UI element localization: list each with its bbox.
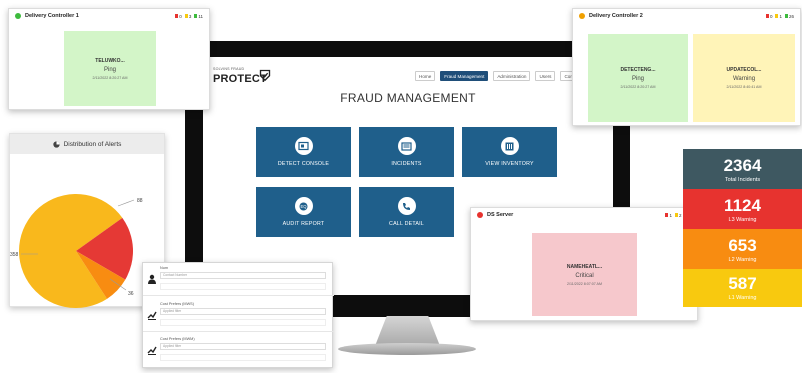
host-name: TELUWKO... [95, 57, 125, 64]
host-name: NAMEHEATL... [566, 263, 603, 270]
contact-number-field[interactable]: Contact Number [160, 272, 326, 279]
monitor-stand [375, 316, 440, 346]
panel-title: Distribution of Alerts [63, 140, 122, 148]
status-dot [579, 13, 585, 19]
host-status: Ping [631, 76, 644, 82]
pie-chart-icon [52, 140, 60, 148]
trend-chart-icon [147, 346, 157, 355]
status-dot [477, 212, 483, 218]
metric-value: 2364 [723, 155, 762, 175]
secondary-field[interactable] [160, 354, 326, 361]
ds-server-card[interactable]: DS Server 1 2 6 NAMEHEATL... Critical 2/… [470, 207, 698, 321]
tile-view-inventory[interactable]: VIEW INVENTORY [462, 127, 557, 177]
host-time: 2/11/2022 8:20:27 AM [92, 75, 128, 80]
tile-label: VIEW INVENTORY [485, 161, 534, 167]
warning-count: 2 [678, 212, 682, 218]
ok-count: 26 [788, 13, 794, 19]
leader-line [117, 199, 135, 207]
check-shield-icon [259, 69, 271, 81]
ok-count: 11 [198, 13, 203, 19]
form-row: Num Contact Number [143, 263, 334, 296]
filter-field[interactable]: Applied filter [160, 308, 326, 315]
warning-count: 1 [779, 13, 782, 19]
audit-icon: EQ [294, 197, 313, 215]
slice-label-yellow: 358 [10, 252, 19, 258]
nav-home[interactable]: Home [415, 71, 436, 81]
monitor-base [338, 343, 476, 355]
host-status: Ping [103, 66, 116, 73]
critical-count: 1 [669, 212, 672, 218]
panel-header: Distribution of Alerts [10, 134, 164, 154]
filter-field[interactable]: Applied filter [160, 343, 326, 350]
console-icon [294, 137, 313, 155]
field-label: Cost Prefers (MWS) [160, 302, 194, 306]
nav-fraud-management[interactable]: Fraud Management [440, 71, 489, 81]
host-status: Warning [732, 76, 756, 82]
metric-l2-warning[interactable]: 653 L2 Warning [683, 229, 802, 270]
incidents-icon [397, 137, 416, 155]
alert-counts: 0 3 11 [175, 14, 203, 19]
card-title: Delivery Controller 1 [25, 13, 79, 19]
form-row: Cost Prefers (MWS) Applied filter [143, 299, 334, 332]
metric-total-incidents[interactable]: 2364 Total Incidents [683, 149, 802, 190]
svg-text:EQ: EQ [300, 204, 307, 209]
page-title: FRAUD MANAGEMENT [340, 91, 476, 105]
card-header: DS Server 1 2 6 [471, 208, 697, 222]
host-time: 2/11/2022 8:07:07 AM [567, 281, 602, 286]
card-title: DS Server [487, 212, 514, 218]
status-box-ok[interactable]: TELUWKO... Ping 2/11/2022 8:20:27 AM [64, 31, 156, 106]
tile-incidents[interactable]: INCIDENTS [359, 127, 454, 177]
tile-label: AUDIT REPORT [282, 221, 325, 227]
inventory-icon [500, 137, 519, 155]
form-row: Cost Prefers (MWM) Applied filter [143, 334, 334, 367]
metric-value: 653 [728, 235, 757, 255]
tile-detect-console[interactable]: DETECT CONSOLE [256, 127, 351, 177]
status-box-critical[interactable]: NAMEHEATL... Critical 2/11/2022 8:07:07 … [532, 233, 637, 316]
card-header: Delivery Controller 1 0 3 11 [9, 9, 209, 23]
status-box-warning[interactable]: UPDATECOL... Warning 2/11/2022 8:40:41 A… [693, 34, 795, 122]
delivery-controller-2-card[interactable]: Delivery Controller 2 0 1 26 DETECTENG..… [572, 8, 801, 126]
slice-label-red: 88 [137, 198, 143, 204]
critical-count: 0 [179, 13, 182, 19]
critical-count: 0 [769, 13, 773, 19]
secondary-field[interactable] [160, 319, 326, 326]
metric-l1-warning[interactable]: 587 L1 Warning [683, 269, 802, 307]
metric-label: Total Incidents [724, 176, 761, 183]
warning-count: 3 [188, 13, 192, 19]
slice-label-orange: 36 [128, 291, 134, 297]
filter-form-panel: Num Contact Number Cost Prefers (MWS) Ap… [142, 262, 334, 368]
nav-administration[interactable]: Administration [493, 71, 531, 81]
trend-chart-icon [147, 311, 157, 320]
tile-label: INCIDENTS [391, 161, 422, 167]
tile-label: DETECT CONSOLE [277, 161, 330, 167]
logo-subtitle: SOLVINS FRAUD [213, 67, 245, 71]
host-name: UPDATECOL... [726, 67, 762, 73]
metric-value: 1124 [724, 195, 761, 215]
status-dot [15, 13, 21, 19]
card-header: Delivery Controller 2 0 1 26 [573, 9, 800, 23]
alert-counts: 0 1 26 [765, 13, 794, 19]
nav-users[interactable]: Users [535, 71, 556, 81]
tile-audit-report[interactable]: EQ AUDIT REPORT [256, 187, 351, 237]
metric-l3-warning[interactable]: 1124 L3 Warning [683, 189, 802, 230]
status-box-ok[interactable]: DETECTENG... Ping 2/11/2022 8:20:27 AM [588, 34, 688, 122]
field-label: Num [160, 266, 169, 270]
field-label: Cost Prefers (MWM) [160, 337, 195, 341]
host-time: 2/11/2022 8:20:27 AM [620, 85, 656, 89]
user-icon [148, 274, 156, 284]
metric-label: L2 Warning [728, 256, 757, 263]
tile-label: CALL DETAIL [389, 221, 424, 227]
metric-label: L1 Warning [728, 295, 757, 301]
card-title: Delivery Controller 2 [589, 13, 643, 19]
host-time: 2/11/2022 8:40:41 AM [726, 85, 762, 89]
tile-call-detail[interactable]: CALL DETAIL [359, 187, 454, 237]
metric-label: L3 Warning [728, 216, 757, 223]
call-icon [397, 197, 416, 215]
host-name: DETECTENG... [620, 67, 656, 73]
metric-value: 587 [728, 274, 757, 293]
secondary-field[interactable] [160, 283, 326, 290]
host-status: Critical [575, 272, 594, 279]
delivery-controller-1-card[interactable]: Delivery Controller 1 0 3 11 TELUWKO... … [8, 8, 210, 110]
